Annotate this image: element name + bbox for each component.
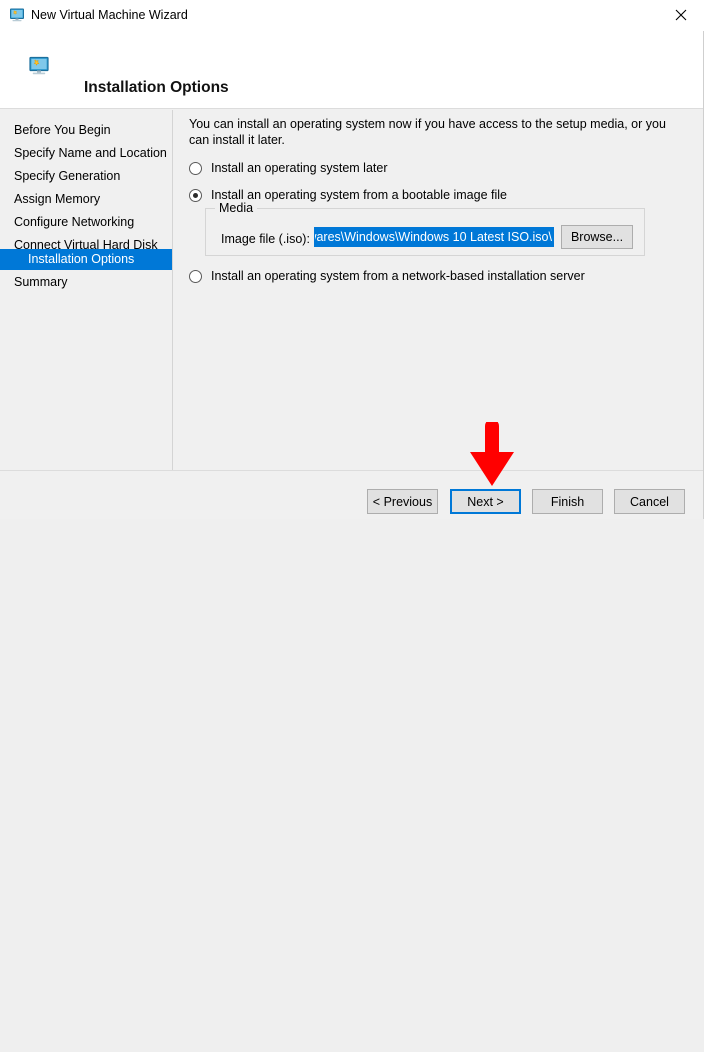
virtual-machine-icon	[28, 55, 50, 77]
intro-text: You can install an operating system now …	[189, 117, 666, 147]
radio-icon[interactable]	[189, 269, 202, 283]
radio-install-from-network[interactable]: Install an operating system from a netwo…	[189, 269, 585, 283]
radio-selected-icon[interactable]	[189, 188, 202, 202]
wizard-steps-sidebar: Before You Begin Specify Name and Locati…	[0, 110, 173, 470]
previous-button[interactable]: < Previous	[367, 489, 438, 514]
radio-install-from-image[interactable]: Install an operating system from a boota…	[189, 188, 507, 202]
close-icon[interactable]	[658, 0, 704, 30]
sidebar-item-specify-generation[interactable]: Specify Generation	[0, 166, 172, 187]
radio-install-from-image-label: Install an operating system from a boota…	[211, 188, 507, 202]
sidebar-item-configure-networking[interactable]: Configure Networking	[0, 212, 172, 233]
sidebar-item-assign-memory[interactable]: Assign Memory	[0, 189, 172, 210]
media-groupbox-title: Media	[215, 201, 258, 215]
desktop-backdrop	[0, 519, 704, 533]
sidebar-item-specify-name-and-location[interactable]: Specify Name and Location	[0, 143, 172, 164]
wizard-body: Before You Begin Specify Name and Locati…	[0, 110, 703, 470]
background-window-sliver	[57, 1047, 79, 1052]
radio-install-from-network-label: Install an operating system from a netwo…	[211, 269, 585, 283]
radio-icon[interactable]	[189, 161, 202, 175]
window-title: New Virtual Machine Wizard	[31, 8, 188, 22]
page-title: Installation Options	[84, 79, 229, 96]
wizard-header: Installation Options	[0, 30, 703, 109]
image-file-value: \Softwares\Windows\Windows 10 Latest ISO…	[315, 228, 553, 246]
next-button[interactable]: Next >	[450, 489, 521, 514]
cancel-button[interactable]: Cancel	[614, 489, 685, 514]
radio-install-later[interactable]: Install an operating system later	[189, 161, 387, 175]
sidebar-item-before-you-begin[interactable]: Before You Begin	[0, 120, 172, 141]
sidebar-item-installation-options[interactable]: Installation Options	[0, 249, 172, 270]
virtual-machine-icon	[9, 7, 25, 23]
image-file-input[interactable]: \Softwares\Windows\Windows 10 Latest ISO…	[314, 227, 554, 247]
installation-options-pane: You can install an operating system now …	[173, 110, 703, 470]
title-bar: New Virtual Machine Wizard	[0, 0, 704, 31]
image-file-label: Image file (.iso):	[221, 232, 310, 246]
sidebar-item-summary[interactable]: Summary	[0, 272, 172, 293]
finish-button[interactable]: Finish	[532, 489, 603, 514]
wizard-footer: < Previous Next > Finish Cancel	[0, 470, 703, 519]
browse-button[interactable]: Browse...	[561, 225, 633, 249]
new-virtual-machine-wizard-window: New Virtual Machine Wizard Installation …	[0, 0, 704, 519]
radio-install-later-label: Install an operating system later	[211, 161, 388, 175]
